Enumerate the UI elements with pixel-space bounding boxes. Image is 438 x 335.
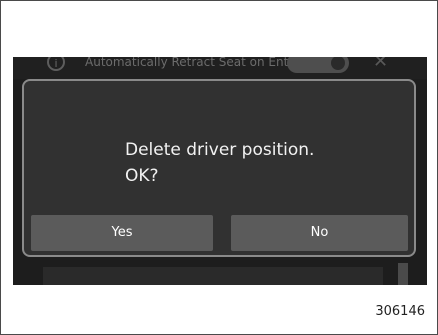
background-scrollbar	[398, 263, 408, 285]
figure-frame: i Automatically Retract Seat on Entry ✕ …	[0, 0, 438, 335]
display-screen: i Automatically Retract Seat on Entry ✕ …	[13, 57, 427, 285]
dialog-message: Delete driver position. OK?	[125, 140, 315, 186]
background-list-item	[43, 267, 383, 285]
background-setting-row: i Automatically Retract Seat on Entry ✕	[13, 57, 427, 79]
info-icon: i	[47, 57, 65, 71]
no-button[interactable]: No	[231, 215, 408, 251]
yes-button[interactable]: Yes	[31, 215, 213, 251]
background-setting-label: Automatically Retract Seat on Entry	[85, 57, 301, 69]
confirm-dialog: Delete driver position. OK? Yes No	[22, 79, 416, 257]
background-toggle	[287, 57, 349, 73]
figure-id: 306146	[375, 304, 425, 319]
close-icon: ✕	[373, 57, 389, 72]
